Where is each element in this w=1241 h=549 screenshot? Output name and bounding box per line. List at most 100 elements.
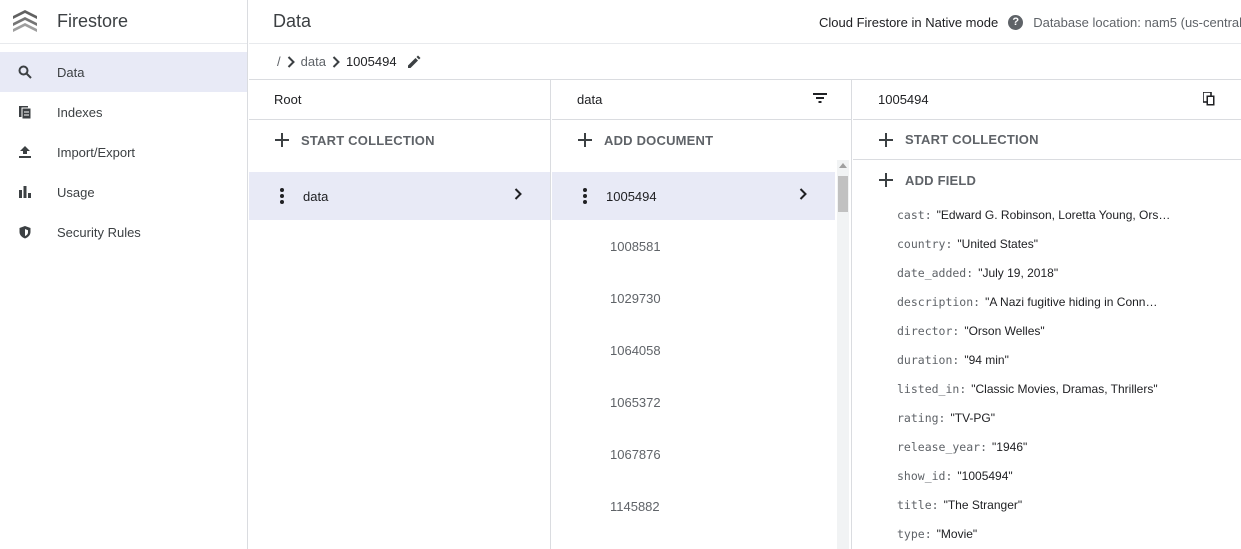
document-item[interactable]: 1067876 bbox=[552, 428, 851, 480]
field-key: show_id bbox=[897, 468, 946, 483]
sidebar-item-label: Import/Export bbox=[57, 144, 136, 160]
field-key: duration bbox=[897, 352, 953, 367]
field-key: cast bbox=[897, 207, 925, 222]
more-vert-icon[interactable] bbox=[280, 188, 284, 204]
page-title: Data bbox=[273, 11, 312, 31]
action-label: START COLLECTION bbox=[301, 132, 435, 148]
panel-header: Root bbox=[249, 80, 550, 120]
more-vert-icon[interactable] bbox=[583, 188, 587, 204]
field-row[interactable]: director: "Orson Welles" bbox=[853, 316, 1241, 345]
field-row[interactable]: rating: "TV-PG" bbox=[853, 403, 1241, 432]
upload-icon bbox=[17, 144, 33, 160]
indexes-icon bbox=[17, 104, 33, 120]
bar-chart-icon bbox=[17, 184, 33, 200]
collection-item-data[interactable]: data bbox=[249, 172, 550, 220]
field-row[interactable]: cast: "Edward G. Robinson, Loretta Young,… bbox=[853, 200, 1241, 229]
action-label: ADD FIELD bbox=[905, 172, 977, 188]
root-panel: Root START COLLECTION data bbox=[249, 80, 551, 549]
shield-icon bbox=[17, 224, 33, 240]
collection-panel: data ADD DOCUMENT 1005494 1008581 102973… bbox=[552, 80, 852, 549]
sidebar-item-security-rules[interactable]: Security Rules bbox=[0, 212, 247, 252]
field-value: "The Stranger" bbox=[943, 497, 1023, 512]
breadcrumb-document[interactable]: 1005494 bbox=[346, 54, 397, 69]
field-value: "Classic Movies, Dramas, Thrillers" bbox=[971, 381, 1158, 396]
field-value: "United States" bbox=[957, 236, 1038, 251]
field-key: date_added bbox=[897, 265, 967, 280]
help-icon[interactable]: ? bbox=[1008, 14, 1024, 30]
field-key: listed_in bbox=[897, 381, 960, 396]
copy-icon[interactable] bbox=[1203, 92, 1215, 106]
collection-label: data bbox=[303, 188, 329, 204]
field-row[interactable]: duration: "94 min" bbox=[853, 345, 1241, 374]
document-item[interactable]: 1029730 bbox=[552, 272, 851, 324]
chevron-right-icon bbox=[332, 55, 340, 68]
field-row[interactable]: show_id: "1005494" bbox=[853, 461, 1241, 490]
field-row[interactable]: date_added: "July 19, 2018" bbox=[853, 258, 1241, 287]
document-item[interactable]: 1064058 bbox=[552, 324, 851, 376]
sidebar-item-label: Indexes bbox=[57, 104, 103, 120]
field-row[interactable]: title: "The Stranger" bbox=[853, 490, 1241, 519]
document-item[interactable]: 1008581 bbox=[552, 220, 851, 272]
database-info: Cloud Firestore in Native mode ? Databas… bbox=[819, 0, 1241, 44]
start-subcollection-button[interactable]: START COLLECTION bbox=[853, 120, 1241, 160]
chevron-right-icon bbox=[799, 188, 807, 200]
sidebar-item-label: Usage bbox=[57, 184, 95, 200]
field-row[interactable]: listed_in: "Classic Movies, Dramas, Thril… bbox=[853, 374, 1241, 403]
field-key: director bbox=[897, 323, 953, 338]
field-key: type bbox=[897, 526, 925, 541]
field-value: "A Nazi fugitive hiding in Conn… bbox=[985, 294, 1158, 309]
plus-icon bbox=[275, 133, 289, 147]
panel-title: 1005494 bbox=[878, 92, 929, 107]
scroll-up-icon[interactable] bbox=[839, 163, 847, 168]
field-value: "94 min" bbox=[964, 352, 1009, 367]
action-label: START COLLECTION bbox=[905, 132, 1039, 147]
document-label: 1005494 bbox=[606, 188, 657, 204]
panel-title: data bbox=[577, 92, 603, 107]
field-key: country bbox=[897, 236, 946, 251]
sidebar-item-label: Data bbox=[57, 64, 85, 80]
field-list: cast: "Edward G. Robinson, Loretta Young,… bbox=[853, 200, 1241, 548]
field-value: "Orson Welles" bbox=[964, 323, 1045, 338]
field-key: title bbox=[897, 497, 932, 512]
document-item[interactable]: 1065372 bbox=[552, 376, 851, 428]
add-field-button[interactable]: ADD FIELD bbox=[853, 160, 1241, 200]
add-document-button[interactable]: ADD DOCUMENT bbox=[552, 120, 851, 160]
field-value: "Movie" bbox=[936, 526, 978, 541]
document-list: 1005494 1008581 1029730 1064058 1065372 … bbox=[552, 172, 851, 532]
field-key: release_year bbox=[897, 439, 981, 454]
breadcrumb-collection[interactable]: data bbox=[301, 54, 326, 69]
field-value: "1005494" bbox=[957, 468, 1013, 483]
action-label: ADD DOCUMENT bbox=[604, 132, 714, 148]
field-row[interactable]: description: "A Nazi fugitive hiding in C… bbox=[853, 287, 1241, 316]
plus-icon bbox=[578, 133, 592, 147]
database-location: Database location: nam5 (us-central) bbox=[1033, 14, 1241, 30]
sidebar-item-label: Security Rules bbox=[57, 224, 141, 240]
sidebar-item-usage[interactable]: Usage bbox=[0, 172, 247, 212]
sidebar-item-data[interactable]: Data bbox=[0, 52, 247, 92]
scroll-thumb[interactable] bbox=[838, 176, 848, 212]
document-list-scrollbar[interactable] bbox=[837, 160, 849, 549]
field-value: "July 19, 2018" bbox=[978, 265, 1059, 280]
database-mode: Cloud Firestore in Native mode bbox=[819, 14, 999, 30]
search-icon bbox=[17, 64, 33, 80]
brand: Firestore bbox=[0, 0, 247, 44]
document-panel: 1005494 START COLLECTION ADD FIELD cast:… bbox=[853, 80, 1241, 549]
app-title: Firestore bbox=[57, 11, 129, 31]
breadcrumb-root[interactable]: / bbox=[277, 54, 281, 69]
sidebar-item-indexes[interactable]: Indexes bbox=[0, 92, 247, 132]
field-row[interactable]: type: "Movie" bbox=[853, 519, 1241, 548]
breadcrumb: / data 1005494 bbox=[249, 44, 1241, 80]
panel-header: 1005494 bbox=[853, 80, 1241, 120]
start-collection-button[interactable]: START COLLECTION bbox=[249, 120, 550, 160]
firebase-stack-icon bbox=[13, 9, 37, 32]
sidebar-item-import-export[interactable]: Import/Export bbox=[0, 132, 247, 172]
edit-pencil-icon[interactable] bbox=[407, 55, 421, 69]
field-row[interactable]: country: "United States" bbox=[853, 229, 1241, 258]
document-item-selected[interactable]: 1005494 bbox=[552, 172, 835, 220]
field-key: rating bbox=[897, 410, 939, 425]
field-value: "1946" bbox=[992, 439, 1028, 454]
field-row[interactable]: release_year: "1946" bbox=[853, 432, 1241, 461]
filter-icon[interactable] bbox=[813, 92, 827, 104]
field-value: "TV-PG" bbox=[950, 410, 996, 425]
document-item[interactable]: 1145882 bbox=[552, 480, 851, 532]
